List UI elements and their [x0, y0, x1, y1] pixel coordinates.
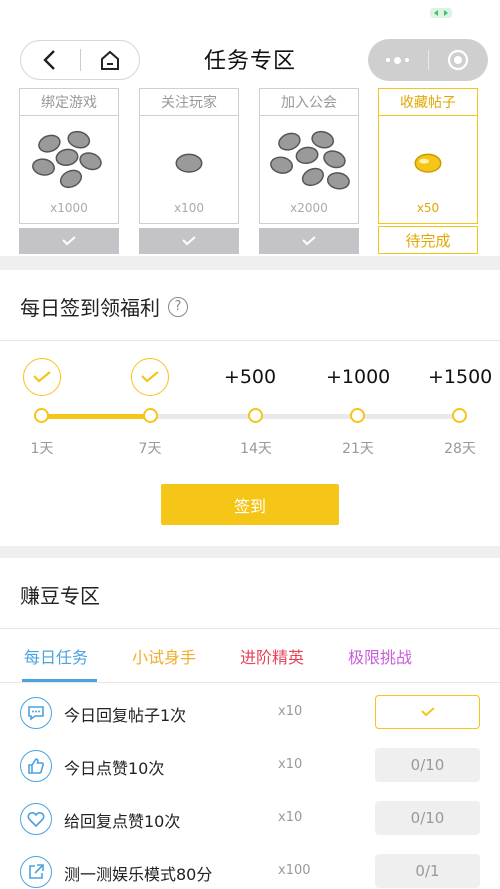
sign-in-title-text: 每日签到领福利 — [20, 296, 160, 320]
task-cards: 绑定游戏 x1000 关注玩家 x100 加入公会 x2000 收藏帖子 x50… — [0, 88, 500, 254]
status-indicator-icon — [430, 8, 452, 18]
card-quantity: x50 — [416, 201, 440, 215]
task-label: 给回复点赞10次 — [64, 812, 181, 831]
task-card-bind-game[interactable]: 绑定游戏 x1000 — [19, 88, 119, 254]
comment-icon — [20, 697, 52, 729]
help-icon[interactable]: ? — [168, 296, 188, 317]
miniprogram-capsule — [368, 39, 488, 81]
task-label: 测一测娱乐模式80分 — [64, 865, 213, 884]
task-label: 今日点赞10次 — [64, 759, 165, 778]
card-body: x100 — [139, 116, 239, 224]
divider — [0, 628, 500, 629]
card-title: 关注玩家 — [139, 88, 239, 116]
nav-header: 任务专区 — [0, 25, 500, 87]
card-quantity: x1000 — [50, 201, 88, 215]
card-title: 加入公会 — [259, 88, 359, 116]
card-done-button[interactable] — [139, 228, 239, 254]
day-label: 1天 — [30, 441, 54, 457]
more-dot — [386, 58, 391, 62]
day-label: 28天 — [444, 441, 476, 457]
task-reward: x100 — [278, 863, 311, 878]
silver-bean-icon — [175, 153, 203, 173]
sign-in-progress-fill — [42, 414, 147, 419]
reward-21-days: +1000 — [326, 366, 391, 388]
task-card-follow-player[interactable]: 关注玩家 x100 — [139, 88, 239, 254]
task-reward: x10 — [278, 810, 303, 825]
section-divider — [0, 546, 500, 558]
tab-extreme[interactable]: 极限挑战 — [348, 644, 412, 668]
share-icon — [20, 856, 52, 888]
card-done-button[interactable] — [19, 228, 119, 254]
card-done-button[interactable] — [259, 228, 359, 254]
more-dot — [405, 58, 410, 62]
tab-beginner[interactable]: 小试身手 — [132, 644, 196, 668]
tab-daily-tasks[interactable]: 每日任务 — [24, 644, 88, 668]
close-miniprogram-button[interactable] — [428, 49, 488, 71]
sign-in-title: 每日签到领福利 ? — [20, 292, 188, 321]
check-icon — [33, 371, 51, 383]
card-title: 绑定游戏 — [19, 88, 119, 116]
silver-beans-icon — [270, 130, 350, 190]
card-title: 收藏帖子 — [378, 88, 478, 116]
card-pending-button[interactable]: 待完成 — [378, 226, 478, 254]
task-card-collect-post[interactable]: 收藏帖子 x50 待完成 — [378, 88, 478, 254]
earn-section-title: 赚豆专区 — [20, 584, 100, 608]
card-body: x2000 — [259, 116, 359, 224]
task-reward: x10 — [278, 704, 303, 719]
heart-icon — [20, 803, 52, 835]
day-label: 21天 — [342, 441, 374, 457]
card-body: x1000 — [19, 116, 119, 224]
task-done-button[interactable] — [375, 695, 480, 729]
check-icon — [182, 236, 196, 246]
progress-node — [143, 408, 158, 423]
check-icon — [141, 371, 159, 383]
card-quantity: x2000 — [290, 201, 328, 215]
task-label: 今日回复帖子1次 — [64, 706, 187, 725]
divider — [0, 340, 500, 341]
reward-checked — [23, 358, 61, 396]
progress-node — [452, 408, 467, 423]
thumbs-up-icon — [20, 750, 52, 782]
progress-node — [248, 408, 263, 423]
task-progress-button[interactable]: 0/1 — [375, 854, 480, 888]
reward-14-days: +500 — [223, 366, 277, 388]
more-dot — [394, 56, 402, 64]
section-divider — [0, 256, 500, 270]
more-button[interactable] — [368, 56, 428, 64]
task-row: 测一测娱乐模式80分 x100 0/1 — [0, 854, 500, 889]
gold-bean-icon — [414, 153, 442, 173]
task-row: 今日点赞10次 x10 0/10 — [0, 748, 500, 802]
task-progress-button[interactable]: 0/10 — [375, 748, 480, 782]
task-zone-page: { "header": { "title": "任务专区" }, "task_c… — [0, 0, 500, 889]
card-quantity: x100 — [173, 201, 204, 215]
earn-tabs: 每日任务 小试身手 进阶精英 极限挑战 — [0, 630, 500, 682]
progress-node — [34, 408, 49, 423]
tab-advanced[interactable]: 进阶精英 — [240, 644, 304, 668]
divider — [0, 682, 500, 683]
task-row: 今日回复帖子1次 x10 — [0, 695, 500, 749]
target-icon — [448, 49, 469, 71]
task-reward: x10 — [278, 757, 303, 772]
task-row: 给回复点赞10次 x10 0/10 — [0, 801, 500, 855]
task-card-join-guild[interactable]: 加入公会 x2000 — [259, 88, 359, 254]
progress-node — [350, 408, 365, 423]
check-icon — [302, 236, 316, 246]
sign-in-button[interactable]: 签到 — [161, 484, 339, 525]
day-label: 14天 — [240, 441, 272, 457]
reward-checked — [131, 358, 169, 396]
reward-28-days: +1500 — [428, 366, 493, 388]
card-body: x50 — [378, 116, 478, 224]
check-icon — [62, 236, 76, 246]
task-progress-button[interactable]: 0/10 — [375, 801, 480, 835]
silver-beans-icon — [32, 130, 102, 189]
check-icon — [420, 707, 435, 717]
day-label: 7天 — [138, 441, 162, 457]
